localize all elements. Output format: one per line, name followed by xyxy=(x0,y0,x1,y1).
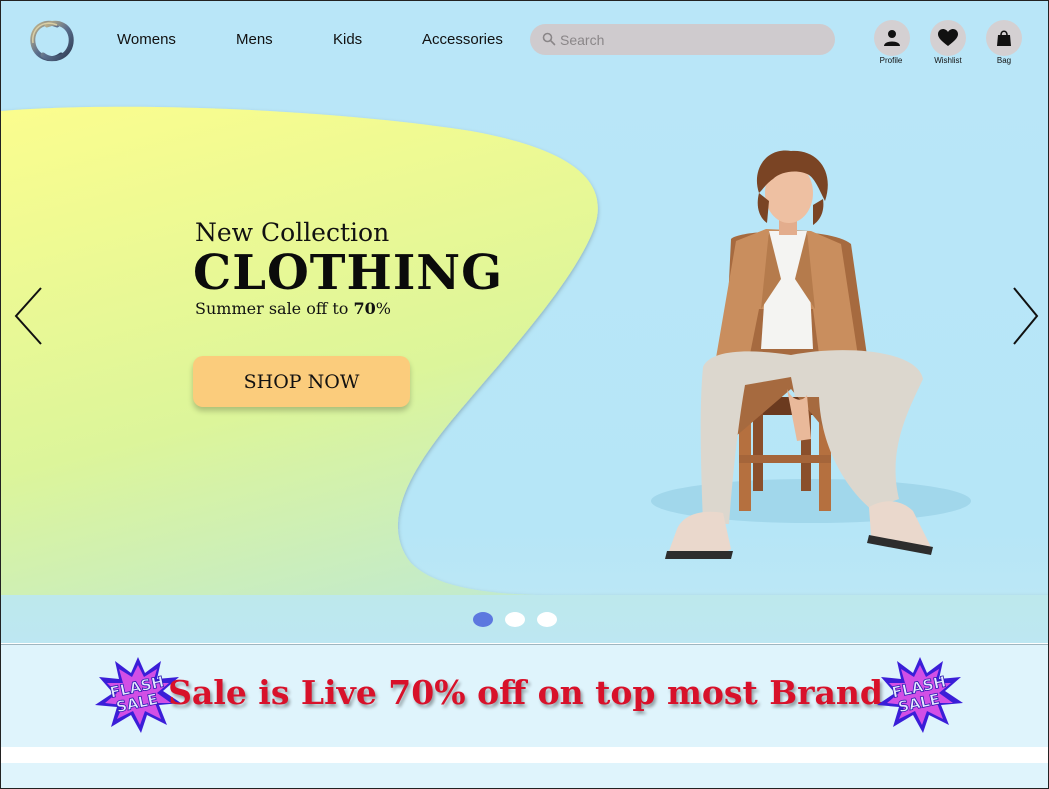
chevron-right-icon[interactable] xyxy=(1010,286,1040,346)
hero-title: CLOTHING xyxy=(193,245,504,301)
search-bar[interactable] xyxy=(530,24,835,55)
nav-kids[interactable]: Kids xyxy=(333,31,362,48)
brand-logo-icon[interactable] xyxy=(27,17,77,65)
search-input[interactable] xyxy=(560,24,830,55)
nav-accessories[interactable]: Accessories xyxy=(422,31,503,48)
user-icon xyxy=(884,30,900,46)
hero-subtitle-value: 70 xyxy=(353,299,376,318)
chevron-left-icon[interactable] xyxy=(13,286,43,346)
nav-mens[interactable]: Mens xyxy=(236,31,273,48)
bag-icon xyxy=(997,30,1011,46)
top-navigation-bar: Womens Mens Kids Accessories Profile Wis… xyxy=(1,1,1048,81)
wishlist-label: Wishlist xyxy=(934,56,962,65)
carousel-dot-1[interactable] xyxy=(473,612,493,627)
hero-carousel: New Collection CLOTHING Summer sale off … xyxy=(1,81,1048,643)
profile-label: Profile xyxy=(879,56,903,65)
heart-icon xyxy=(938,29,958,46)
search-icon xyxy=(542,32,556,46)
hero-subtitle-suffix: % xyxy=(375,299,391,318)
bag-label: Bag xyxy=(996,56,1012,65)
flash-sale-badge-right: FLASH SALE xyxy=(877,657,963,733)
hero-eyebrow: New Collection xyxy=(195,218,390,247)
wishlist-button[interactable] xyxy=(930,20,966,56)
hero-model-image xyxy=(651,150,971,559)
carousel-dot-3[interactable] xyxy=(537,612,557,627)
section-divider xyxy=(1,747,1048,763)
nav-womens[interactable]: Womens xyxy=(117,31,176,48)
next-section xyxy=(1,763,1048,788)
profile-button[interactable] xyxy=(874,20,910,56)
shop-now-button[interactable]: SHOP NOW xyxy=(193,356,410,407)
bag-button[interactable] xyxy=(986,20,1022,56)
carousel-pagination xyxy=(473,612,557,627)
flash-sale-banner[interactable]: FLASH SALE Sale is Live 70% off on top m… xyxy=(1,644,1048,747)
carousel-dot-2[interactable] xyxy=(505,612,525,627)
hero-subtitle-prefix: Summer sale off to xyxy=(195,299,354,318)
hero-subtitle: Summer sale off to 70% xyxy=(195,299,391,318)
page-frame: Womens Mens Kids Accessories Profile Wis… xyxy=(0,0,1049,789)
